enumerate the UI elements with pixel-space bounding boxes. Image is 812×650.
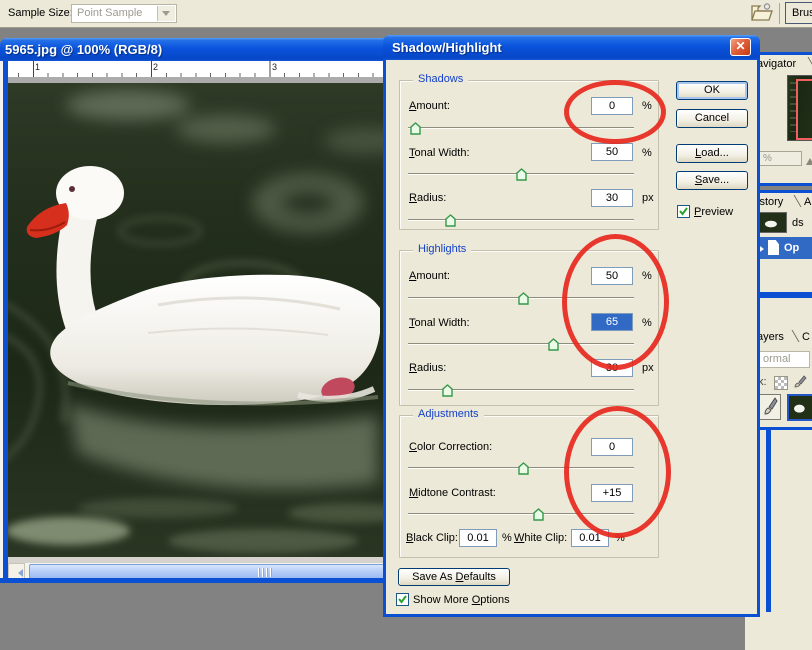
black-clip-unit: % [502,532,512,544]
slider-thumb[interactable] [442,384,453,397]
shadows-amount-label: Amount: [409,100,450,112]
tab-notch [785,330,800,342]
dialog-titlebar[interactable]: Shadow/Highlight ✕ [383,35,760,60]
document-title: 5965.jpg @ 100% (RGB/8) [5,42,162,57]
tab-layers[interactable]: ayers [757,331,784,343]
preview-checkbox[interactable] [677,205,690,218]
screen: { "colors": { "titlebar_blue": "#0a53dc"… [0,0,812,650]
ok-button[interactable]: OK [676,81,748,100]
window-border-vertical [766,425,771,612]
lock-transparency-icon[interactable] [774,376,788,390]
zoom-slider-icon[interactable] [806,154,812,165]
tab-channels-partial[interactable]: C [802,331,810,343]
shadows-radius-unit: px [642,192,654,204]
save-as-defaults-button[interactable]: Save As Defaults [398,568,510,586]
show-more-options-checkbox[interactable] [396,593,409,606]
slider-thumb[interactable] [410,122,421,135]
white-clip-label: White Clip: [514,532,567,544]
navigator-zoom-field[interactable]: % [758,151,802,166]
show-more-label-end: ptions [480,594,509,606]
history-snapshot-thumbnail[interactable] [759,212,787,233]
annotation-circle-adjustments [564,406,671,538]
shadows-tonal-slider[interactable] [408,167,634,181]
highlights-tonal-label: Tonal Width: [409,317,470,329]
show-more-label: Show More [413,594,472,606]
slider-track[interactable] [408,219,634,221]
document-icon [768,240,779,255]
load-button[interactable]: Load... [676,144,748,163]
navigator-panel: avigator % [753,52,812,186]
slider-thumb[interactable] [445,214,456,227]
history-snapshot-label: ds [792,217,804,229]
show-more-options-label: Show More Options [413,594,510,606]
highlights-radius-unit: px [642,362,654,374]
shadow-highlight-dialog: Shadow/Highlight ✕ Shadows Amount: 0 % T… [383,35,760,617]
save-as-defaults-label: Save As [412,571,455,583]
shadows-radius-slider[interactable] [408,213,634,227]
close-icon[interactable]: ✕ [730,38,751,56]
sample-size-select[interactable]: Point Sample [71,4,177,23]
cancel-button[interactable]: Cancel [676,109,748,128]
history-panel: istory A ds Op [753,190,812,295]
image-canvas-swan-photo[interactable] [8,83,383,557]
history-state-label: Op [784,242,799,254]
layer-row-background[interactable] [756,392,812,425]
black-clip-label: Black Clip: [406,532,458,544]
highlights-amount-label: Amount: [409,270,450,282]
blend-mode-select[interactable]: ormal [758,351,810,368]
shadows-radius-field[interactable]: 30 [591,189,633,207]
layer-thumbnail[interactable] [787,394,812,421]
shadows-tonal-label: Tonal Width: [409,147,470,159]
layers-panel: ayers C ormal k: [753,295,812,430]
slider-thumb[interactable] [518,292,529,305]
shadows-tonal-unit: % [642,147,652,159]
slider-thumb[interactable] [516,168,527,181]
adjustments-legend: Adjustments [413,408,484,420]
layer-paint-indicator[interactable] [759,394,781,420]
tab-notch [801,57,812,69]
save-as-defaults-label-end: efaults [463,571,495,583]
ruler-mark: 1 [35,62,40,72]
slider-thumb[interactable] [533,508,544,521]
save-button[interactable]: Save... [676,171,748,190]
tab-actions-partial[interactable]: A [804,196,811,208]
slider-thumb[interactable] [518,462,529,475]
annotation-circle-highlights [562,234,669,370]
options-toolbar: Sample Size: Point Sample Brus [0,0,812,28]
ruler-mark: 2 [153,62,158,72]
navigator-view-box[interactable] [796,79,812,140]
tab-history[interactable]: istory [757,196,783,208]
toolbar-separator [779,3,780,24]
history-state-open[interactable]: Op [756,237,812,259]
tab-notch [787,195,802,207]
tab-navigator[interactable]: avigator [757,58,796,70]
sample-size-value: Point Sample [77,7,142,19]
preview-label: Preview [694,206,733,218]
ruler-mark: 3 [272,62,277,72]
navigator-thumbnail[interactable] [787,75,812,141]
brushes-palette-label: Brus [792,7,812,19]
shadows-radius-label: Radius: [409,192,446,204]
shadows-tonal-field[interactable]: 50 [591,143,633,161]
brushes-palette-tab[interactable]: Brus [785,2,812,24]
highlights-radius-slider[interactable] [408,383,634,397]
midtone-contrast-label: Midtone Contrast: [409,487,496,499]
shadows-legend: Shadows [413,73,468,85]
slider-thumb[interactable] [548,338,559,351]
sample-size-label: Sample Size: [8,7,73,19]
chevron-down-icon [162,11,170,20]
black-clip-field[interactable]: 0.01 [459,529,497,547]
show-more-hotkey: O [472,594,481,606]
color-correction-label: Color Correction: [409,441,492,453]
lock-paint-brush-icon[interactable] [792,374,807,389]
scrollbar-grip [258,568,274,577]
highlights-legend: Highlights [413,243,471,255]
dialog-title: Shadow/Highlight [392,40,502,55]
annotation-circle-shadows-amount [564,80,666,144]
file-browser-icon[interactable] [750,2,774,24]
highlights-radius-label: Radius: [409,362,446,374]
scroll-left-icon [14,569,23,577]
combo-dropdown-button[interactable] [157,6,175,21]
